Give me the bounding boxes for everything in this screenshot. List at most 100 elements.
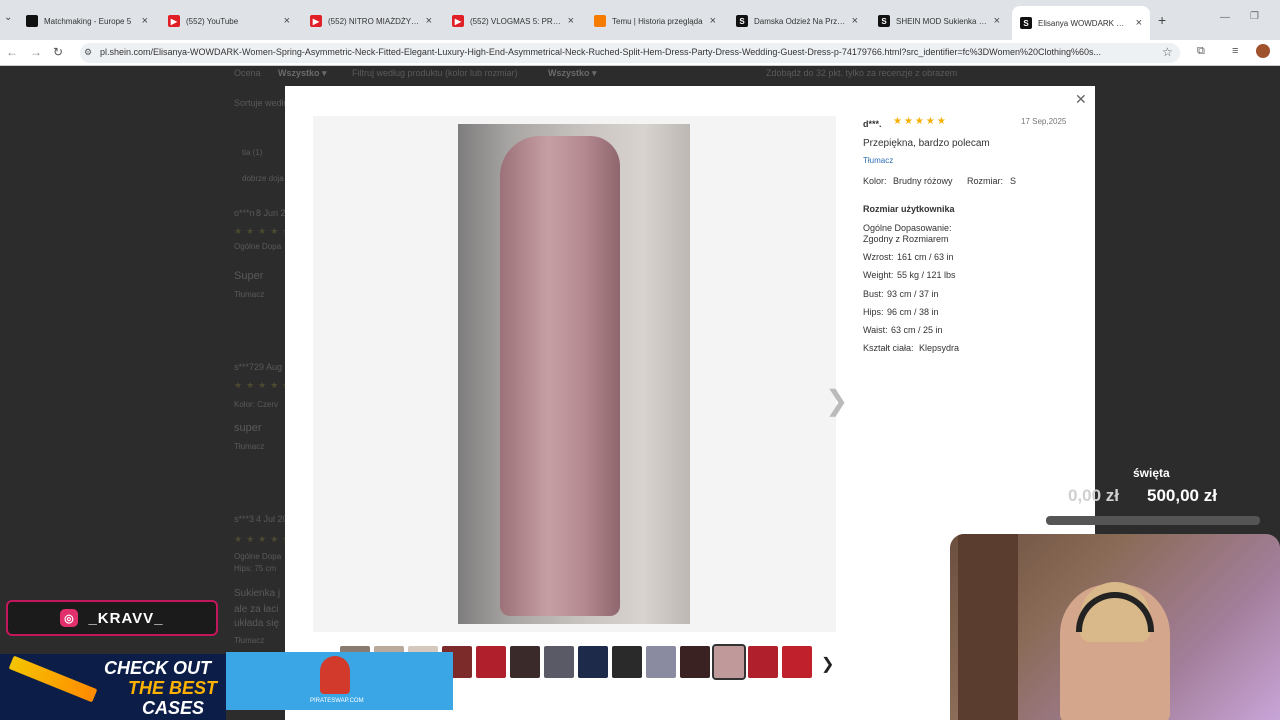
tab-close-icon[interactable]: × (994, 15, 1000, 27)
thumbnails-next-arrow-icon[interactable]: ❯ (821, 654, 834, 674)
ad-brand: PIRATESWAP.COM (310, 698, 364, 704)
browser-tab[interactable]: S SHEIN MOD Sukienka da × (870, 8, 1008, 34)
tab-search-icon[interactable]: ⌄ (4, 12, 12, 23)
browser-tab[interactable]: ▶ (552) YouTube × (160, 8, 298, 34)
ad-line-2: THE BEST (128, 678, 218, 698)
bg-review-date: 4 Jul 20 (256, 514, 288, 524)
ad-line-3: CASES (142, 698, 205, 718)
knife-icon (8, 655, 98, 703)
bg-review-hips: Hips: 75 cm (234, 564, 277, 573)
back-icon[interactable]: ← (6, 45, 18, 59)
bg-review-translate[interactable]: Tłumacz (234, 442, 264, 451)
tab-close-icon[interactable]: × (426, 15, 432, 27)
browser-tab[interactable]: S Elisanya WOWDARK Dam × (1012, 6, 1150, 40)
instagram-handle-banner: ◎ _KRAVV_ (6, 600, 218, 636)
url-field[interactable]: pl.shein.com/Elisanya-WOWDARK-Women-Spri… (80, 43, 1180, 63)
browser-tab[interactable]: ▶ (552) NITRO MIAŻDŻY M × (302, 8, 440, 34)
review-photo-area: ❯ (313, 116, 848, 632)
review-thumbnail[interactable] (544, 646, 574, 678)
next-photo-arrow-icon[interactable]: ❯ (825, 384, 848, 417)
filter-product-label: Filtruj według produktu (kolor lub rozmi… (352, 68, 518, 78)
bust-label: Bust: (863, 289, 884, 299)
review-thumbnail[interactable] (782, 646, 812, 678)
browser-tab[interactable]: Matchmaking - Europe 5 × (18, 8, 156, 34)
menu-icon[interactable]: ≡ (1232, 45, 1238, 57)
filter-rating-select[interactable]: Wszystko ▾ (278, 68, 327, 79)
review-thumbnail[interactable] (476, 646, 506, 678)
browser-tab-strip: ⌄ Matchmaking - Europe 5 × ▶ (552) YouTube ×… (0, 0, 1280, 40)
review-thumbnail[interactable] (510, 646, 540, 678)
filter-product-select[interactable]: Wszystko ▾ (548, 68, 597, 79)
bookmark-icon[interactable]: ☆ (1162, 45, 1173, 59)
tab-title: Damska Odzież Na Przyję (754, 16, 846, 26)
weight-value: 55 kg / 121 lbs (897, 270, 956, 280)
color-label: Kolor: (863, 176, 887, 186)
height-label: Wzrost: (863, 252, 894, 262)
weight-label: Weight: (863, 270, 894, 280)
forward-icon[interactable]: → (30, 45, 42, 59)
body-shape-value: Klepsydra (919, 343, 960, 353)
bg-filter-chip[interactable]: dobrze doja (242, 174, 284, 183)
fit-label: Ogólne Dopasowanie: (863, 223, 952, 233)
ad-line-1: CHECK OUT (104, 658, 211, 678)
tab-close-icon[interactable]: × (142, 15, 148, 27)
mascot-icon (320, 656, 350, 694)
goal-progress-bar (1046, 516, 1260, 525)
review-thumbnail[interactable] (680, 646, 710, 678)
donation-goal-widget: święta 0,00 zł 500,00 zł (1040, 464, 1280, 534)
tab-favicon-icon: S (736, 15, 748, 27)
review-photo[interactable] (458, 124, 690, 624)
tab-title: (552) NITRO MIAŻDŻY M (328, 16, 420, 26)
bg-filter-chip[interactable]: tia (1) (242, 148, 262, 157)
tab-title: (552) YouTube (186, 16, 239, 26)
review-thumbnail[interactable] (712, 644, 746, 680)
review-thumbnail[interactable] (646, 646, 676, 678)
bg-review-text: Sukienka j (234, 588, 281, 599)
tab-title: Temu | Historia przegląda (612, 16, 703, 26)
tab-close-icon[interactable]: × (568, 15, 574, 27)
restore-icon[interactable]: ❐ (1250, 11, 1259, 22)
size-label: Rozmiar: (967, 176, 1004, 186)
goal-target: 500,00 zł (1147, 486, 1217, 505)
tab-close-icon[interactable]: × (710, 15, 716, 27)
tab-title: (552) VLOGMAS 5: PRZYG (470, 16, 562, 26)
bg-review-color: Kolor: Czerv (234, 400, 279, 409)
color-value: Brudny różowy (893, 176, 953, 186)
bg-review-text: Super (234, 270, 264, 282)
new-tab-button[interactable]: + (1158, 12, 1166, 28)
tab-close-icon[interactable]: × (1136, 17, 1142, 29)
tab-favicon-icon (594, 15, 606, 27)
reload-icon[interactable]: ↻ (53, 45, 63, 59)
review-thumbnail[interactable] (612, 646, 642, 678)
instagram-handle: _KRAVV_ (88, 609, 164, 627)
waist-value: 63 cm / 25 in (891, 325, 943, 335)
pirateswap-ad-banner: PIRATESWAP.COM (226, 652, 453, 710)
browser-tab[interactable]: S Damska Odzież Na Przyję × (728, 8, 866, 34)
reviewer-name: d***. (863, 119, 882, 129)
browser-tab[interactable]: ▶ (552) VLOGMAS 5: PRZYG × (444, 8, 582, 34)
review-date: 17 Sep,2025 (1021, 117, 1067, 126)
bg-review-translate[interactable]: Tłumacz (234, 636, 264, 645)
tab-close-icon[interactable]: × (852, 15, 858, 27)
review-thumbnail[interactable] (578, 646, 608, 678)
minimize-icon[interactable]: — (1220, 12, 1230, 23)
translate-link[interactable]: Tłumacz (863, 156, 893, 165)
close-icon[interactable]: ✕ (1075, 91, 1087, 108)
browser-tab[interactable]: Temu | Historia przegląda × (586, 8, 724, 34)
profile-avatar[interactable] (1256, 44, 1270, 58)
site-info-icon[interactable]: ⚙ (84, 47, 92, 58)
extensions-icon[interactable]: ⧉ (1197, 45, 1205, 58)
tab-favicon-icon: S (878, 15, 890, 27)
tab-close-icon[interactable]: × (284, 15, 290, 27)
tab-favicon-icon (26, 15, 38, 27)
bg-review-text: ale za łaci (234, 604, 279, 615)
bg-review-translate[interactable]: Tłumacz (234, 290, 264, 299)
hips-label: Hips: (863, 307, 884, 317)
bg-review-fit: Ogólne Dopa (234, 552, 282, 561)
address-bar: ← → ↻ pl.shein.com/Elisanya-WOWDARK-Wome… (0, 40, 1280, 66)
user-size-title: Rozmiar użytkownika (863, 204, 955, 214)
height-value: 161 cm / 63 in (897, 252, 954, 262)
hips-value: 96 cm / 38 in (887, 307, 939, 317)
review-thumbnail[interactable] (748, 646, 778, 678)
review-stars: ★★★★★ (893, 116, 948, 127)
